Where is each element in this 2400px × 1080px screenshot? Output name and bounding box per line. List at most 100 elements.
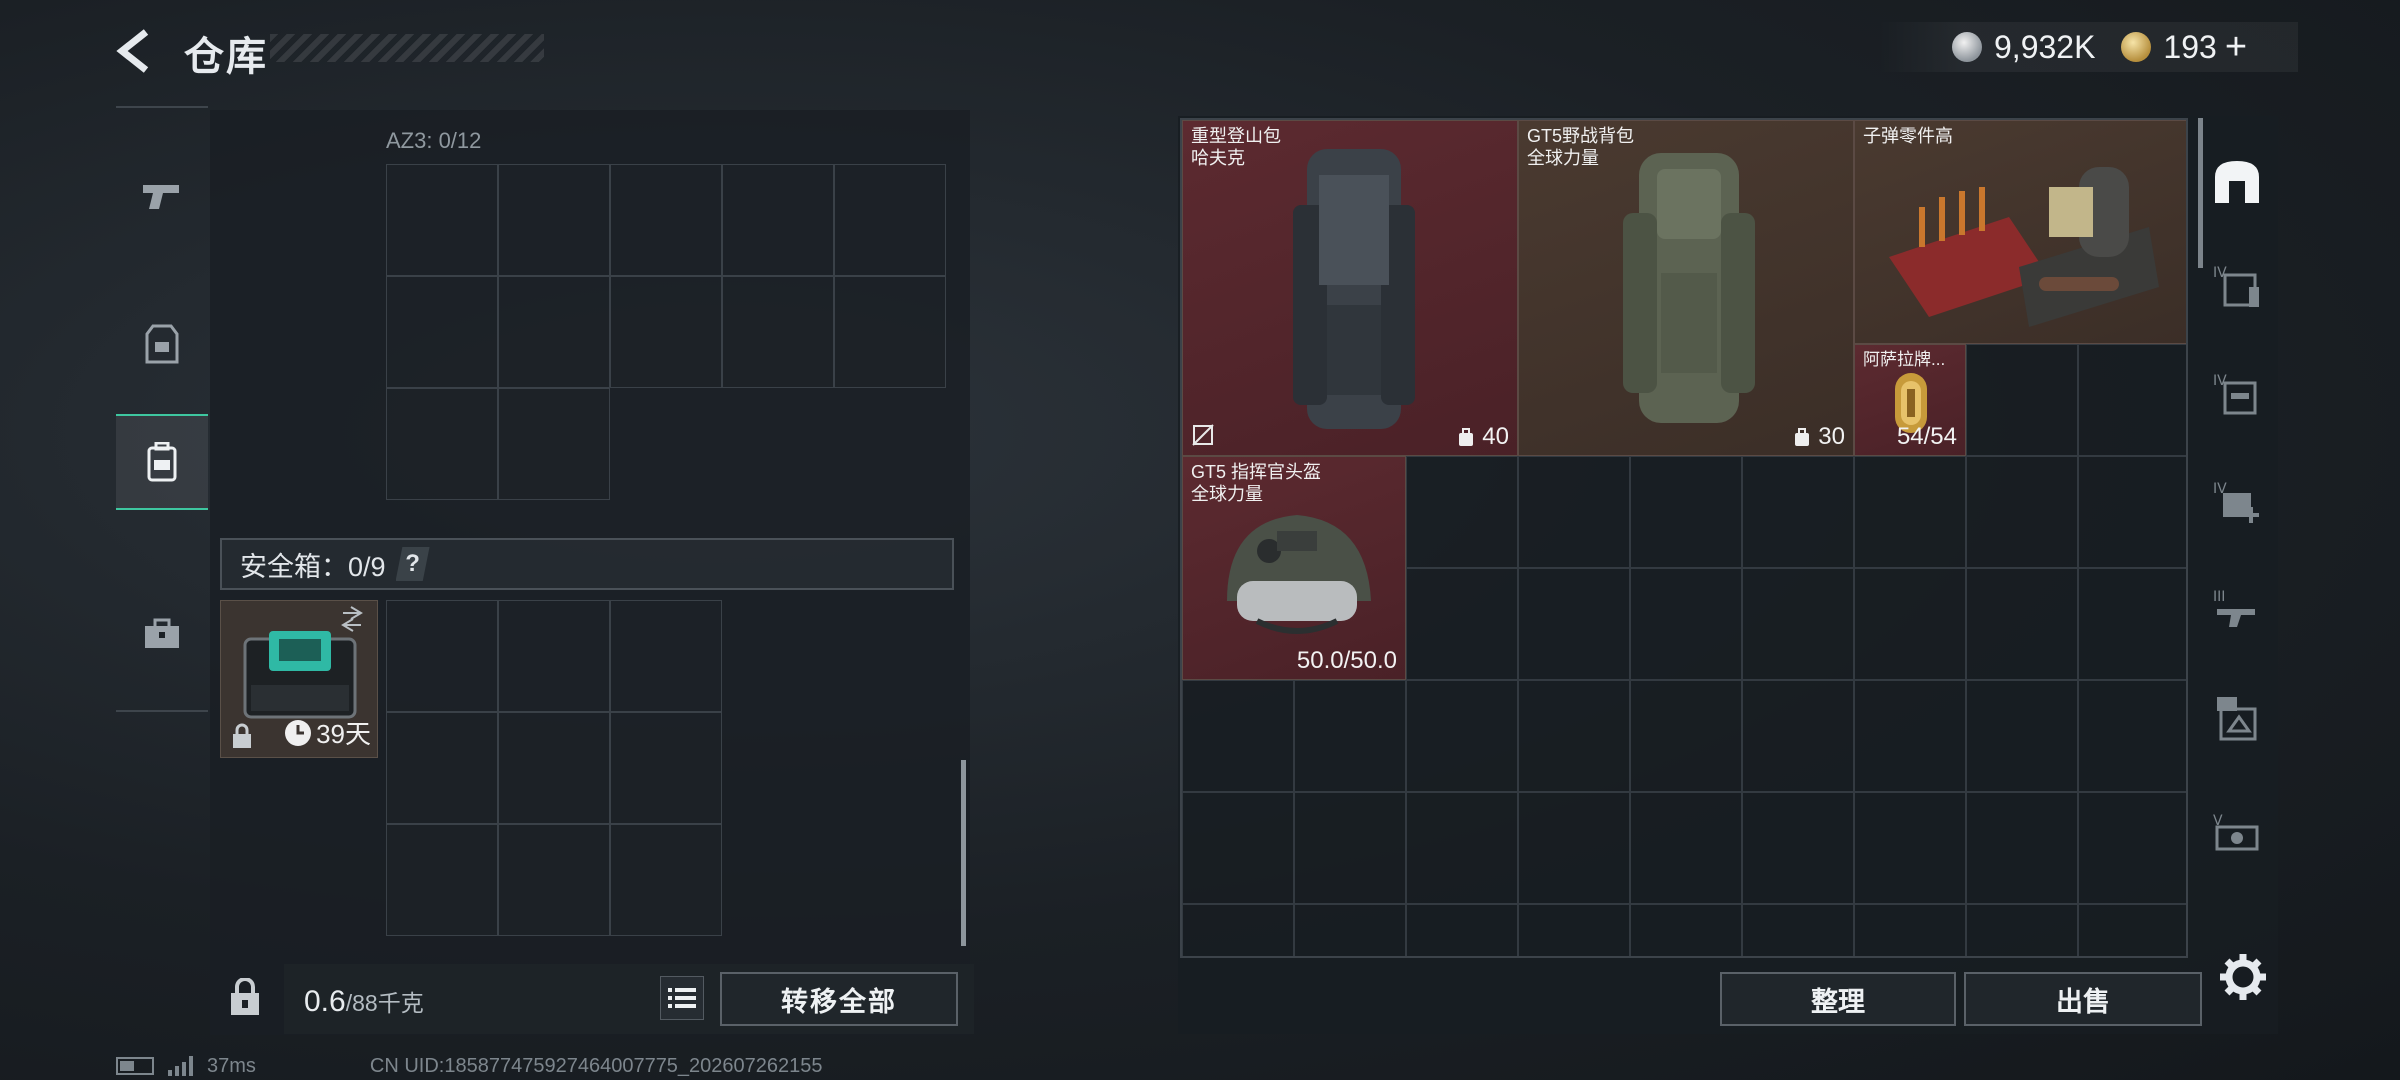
inventory-slot[interactable]: [1630, 568, 1742, 680]
category-weapons[interactable]: [116, 148, 208, 244]
inventory-slot[interactable]: [1518, 680, 1630, 792]
filter-level-4-medical[interactable]: IV: [2196, 452, 2278, 552]
inventory-slot[interactable]: [1966, 568, 2078, 680]
grid-slot[interactable]: [610, 712, 722, 824]
inventory-slot[interactable]: [1854, 456, 1966, 568]
filter-gti[interactable]: [2196, 668, 2278, 768]
backpack-capacity-icon: [1459, 428, 1474, 446]
inventory-slot[interactable]: [1966, 904, 2078, 956]
inventory-slot[interactable]: [1294, 680, 1406, 792]
backpack-image: [1293, 149, 1415, 429]
inventory-slot[interactable]: [2078, 680, 2186, 792]
inventory-slot[interactable]: [1518, 792, 1630, 904]
inventory-slot[interactable]: [1854, 904, 1966, 956]
inventory-slot[interactable]: [1406, 680, 1518, 792]
inventory-slot[interactable]: [1406, 904, 1518, 956]
inventory-slot[interactable]: [1182, 904, 1294, 956]
grid-slot[interactable]: [610, 276, 722, 388]
grid-slot[interactable]: [834, 164, 946, 276]
inventory-slot[interactable]: [1518, 456, 1630, 568]
inventory-slot[interactable]: [1742, 456, 1854, 568]
grid-slot[interactable]: [722, 164, 834, 276]
inventory-slot[interactable]: [1966, 680, 2078, 792]
inventory-slot[interactable]: [2078, 792, 2186, 904]
add-currency-button[interactable]: +: [2225, 26, 2247, 69]
inventory-slot[interactable]: [1406, 568, 1518, 680]
item-gt5-field-backpack[interactable]: GT5野战背包 全球力量 30: [1518, 120, 1854, 456]
inventory-slot[interactable]: [1742, 568, 1854, 680]
inventory-slot[interactable]: [1742, 904, 1854, 956]
inventory-slot[interactable]: [1742, 792, 1854, 904]
inventory-slot[interactable]: [2078, 568, 2186, 680]
safebox-item[interactable]: 39天: [220, 600, 378, 758]
filter-level-4-backpack[interactable]: IV: [2196, 236, 2278, 336]
grid-slot[interactable]: [386, 824, 498, 936]
grid-slot[interactable]: [386, 712, 498, 824]
helmet-image: [1227, 515, 1371, 634]
inventory-slot[interactable]: [2078, 904, 2186, 956]
grid-slot[interactable]: [610, 600, 722, 712]
category-armor[interactable]: [116, 296, 208, 392]
help-button[interactable]: ?: [395, 547, 430, 581]
grid-slot[interactable]: [498, 600, 610, 712]
grid-slot[interactable]: [834, 276, 946, 388]
inventory-slot[interactable]: [1966, 456, 2078, 568]
grid-slot[interactable]: [498, 388, 610, 500]
inventory-slot[interactable]: [2078, 344, 2186, 456]
grid-slot[interactable]: [386, 600, 498, 712]
inventory-slot[interactable]: [1518, 904, 1630, 956]
filter-rail: IV IV IV III V: [2196, 118, 2278, 958]
inventory-slot[interactable]: [1294, 904, 1406, 956]
category-rail: [116, 106, 208, 712]
inventory-slot[interactable]: [1630, 456, 1742, 568]
list-view-button[interactable]: [660, 976, 704, 1020]
item-name: 子弹零件高: [1863, 126, 1953, 146]
item-bullet-parts[interactable]: 子弹零件高: [1854, 120, 2186, 344]
inventory-slot[interactable]: [1854, 568, 1966, 680]
grid-slot[interactable]: [498, 824, 610, 936]
item-name: 重型登山包 哈夫克: [1191, 126, 1281, 168]
inventory-slot[interactable]: [1406, 456, 1518, 568]
transfer-all-button[interactable]: 转移全部: [720, 972, 958, 1026]
inventory-slot[interactable]: [1742, 680, 1854, 792]
category-backpack[interactable]: [116, 414, 208, 510]
item-heavy-backpack[interactable]: 重型登山包 哈夫克 40: [1182, 120, 1518, 456]
grid-slot[interactable]: [498, 712, 610, 824]
grid-slot[interactable]: [610, 164, 722, 276]
grid-slot[interactable]: [610, 824, 722, 936]
inventory-slot[interactable]: [1518, 568, 1630, 680]
grid-slot[interactable]: [386, 164, 498, 276]
grid-slot[interactable]: [498, 164, 610, 276]
filter-level-3-weapon[interactable]: III: [2196, 560, 2278, 660]
inventory-slot[interactable]: [1854, 680, 1966, 792]
sell-button[interactable]: 出售: [1964, 972, 2202, 1026]
grid-slot[interactable]: [722, 276, 834, 388]
inventory-slot[interactable]: [1630, 792, 1742, 904]
safebox-remaining: 39天: [284, 714, 371, 751]
inventory-slot[interactable]: [1630, 904, 1742, 956]
inventory-slot[interactable]: [1854, 792, 1966, 904]
inventory-slot[interactable]: [1406, 792, 1518, 904]
gear-icon[interactable]: [2218, 952, 2268, 1002]
item-capacity: 40: [1456, 423, 1509, 451]
category-case[interactable]: [116, 586, 208, 682]
inventory-slot[interactable]: [1966, 344, 2078, 456]
inventory-slot[interactable]: [1182, 792, 1294, 904]
home-filter-icon: [2215, 161, 2259, 203]
item-gt5-commander-helmet[interactable]: GT5 指挥官头盔 全球力量 50.0/50.0: [1182, 456, 1406, 680]
inventory-slot[interactable]: [1966, 792, 2078, 904]
grid-slot[interactable]: [386, 276, 498, 388]
inventory-slot[interactable]: [1294, 792, 1406, 904]
sort-button[interactable]: 整理: [1720, 972, 1956, 1026]
filter-level-4-chest[interactable]: IV: [2196, 344, 2278, 444]
grid-slot[interactable]: [386, 388, 498, 500]
inventory-slot[interactable]: [1630, 680, 1742, 792]
back-button[interactable]: [112, 26, 162, 76]
filter-all[interactable]: [2196, 132, 2278, 232]
filter-level-5[interactable]: V: [2196, 784, 2278, 884]
item-asala-token[interactable]: 阿萨拉牌... 54/54: [1854, 344, 1966, 456]
inventory-slot[interactable]: [2078, 456, 2186, 568]
grid-slot[interactable]: [498, 276, 610, 388]
inventory-slot[interactable]: [1182, 680, 1294, 792]
storage-scrollbar[interactable]: [961, 760, 966, 946]
